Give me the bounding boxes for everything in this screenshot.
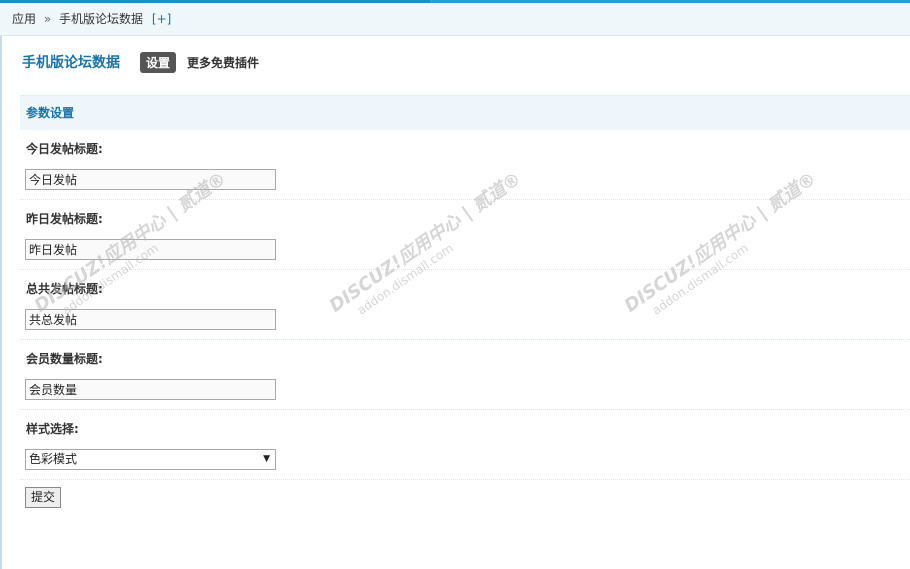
tab-settings[interactable]: 设置: [140, 51, 177, 73]
total-title-input[interactable]: [25, 309, 276, 330]
breadcrumb-separator: »: [43, 12, 52, 26]
left-border: [0, 36, 2, 569]
breadcrumb-root[interactable]: 应用: [12, 12, 36, 26]
section-title: 参数设置: [20, 95, 910, 130]
field-style-select: 样式选择: 色彩模式 ▼: [20, 410, 910, 480]
field-label: 昨日发帖标题:: [26, 212, 103, 226]
breadcrumb-current: 手机版论坛数据: [59, 12, 144, 26]
field-members-title: 会员数量标题:: [20, 340, 910, 410]
plugin-header: 手机版论坛数据 设置 更多免费插件: [22, 51, 259, 73]
dropdown-arrow-icon: ▼: [263, 454, 270, 464]
breadcrumb-add-link[interactable]: [+]: [152, 12, 171, 26]
page-title: 手机版论坛数据: [22, 55, 120, 71]
yesterday-title-input[interactable]: [25, 239, 276, 260]
style-select-value: 色彩模式: [29, 452, 78, 466]
field-label: 会员数量标题:: [26, 352, 103, 366]
field-today-title: 今日发帖标题:: [20, 130, 910, 200]
today-title-input[interactable]: [25, 169, 276, 190]
field-yesterday-title: 昨日发帖标题:: [20, 200, 910, 270]
field-total-title: 总共发帖标题:: [20, 270, 910, 340]
submit-button[interactable]: 提交: [25, 487, 61, 508]
breadcrumb: 应用 » 手机版论坛数据 [+]: [0, 3, 910, 36]
field-label: 总共发帖标题:: [26, 282, 103, 296]
style-select[interactable]: 色彩模式 ▼: [25, 449, 276, 470]
members-title-input[interactable]: [25, 379, 276, 400]
tab-more-plugins[interactable]: 更多免费插件: [187, 54, 259, 71]
field-label: 今日发帖标题:: [26, 142, 103, 156]
field-label: 样式选择:: [26, 422, 79, 436]
